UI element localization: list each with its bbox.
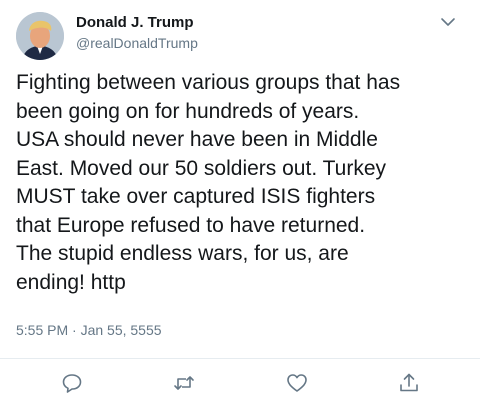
reply-button[interactable] — [60, 371, 84, 395]
tweet-text-line: Fighting between various groups that has — [16, 71, 401, 94]
display-name[interactable]: Donald J. Trump — [76, 14, 194, 31]
tweet-text: Fighting between various groups that has… — [16, 69, 471, 297]
tweet-text-line: East. Moved our 50 soldiers out. Turkey — [16, 156, 387, 180]
retweet-icon — [174, 376, 194, 390]
comment-icon — [62, 374, 82, 393]
share-button[interactable] — [397, 371, 421, 395]
chevron-down-icon[interactable] — [438, 14, 458, 30]
tweet-text-line: been going on for hundreds of years. — [16, 99, 360, 123]
tweet-text-line: ending! http — [16, 270, 126, 294]
divider — [0, 358, 480, 359]
tweet-text-line: that Europe refused to have returned. — [16, 213, 366, 237]
tweet-text-line: USA should never have been in Middle — [16, 128, 378, 151]
share-icon — [400, 373, 418, 392]
avatar[interactable] — [16, 12, 64, 60]
tweet-text-line: The stupid endless wars, for us, are — [16, 242, 349, 265]
profile-photo — [16, 12, 64, 60]
user-handle[interactable]: @realDonaldTrump — [76, 35, 198, 51]
timestamp[interactable]: 5:55 PM · Jan 55, 5555 — [16, 322, 162, 338]
tweet-text-line: MUST take over captured ISIS fighters — [16, 185, 376, 208]
heart-icon — [287, 374, 307, 392]
like-button[interactable] — [285, 371, 309, 395]
retweet-button[interactable] — [172, 371, 196, 395]
